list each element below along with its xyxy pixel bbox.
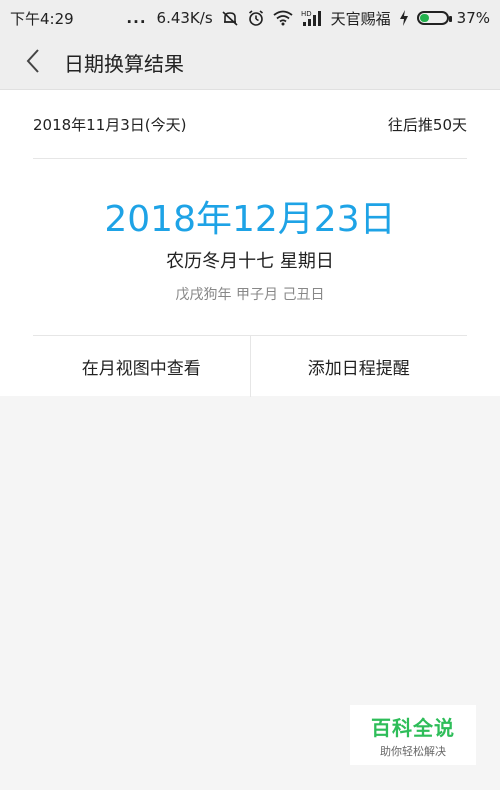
status-right: ... 6.43K/s HD 天官赐福 37% (126, 8, 490, 29)
page-title: 日期换算结果 (64, 52, 184, 76)
chevron-left-icon (24, 48, 42, 78)
status-dots: ... (126, 9, 147, 27)
offset-days: 往后推50天 (387, 115, 467, 134)
start-date: 2018年11月3日(今天) (33, 115, 187, 134)
action-row: 在月视图中查看 添加日程提醒 (33, 335, 467, 397)
battery-fill (419, 14, 430, 22)
lunar-date: 农历冬月十七 星期日 (166, 251, 334, 272)
result-date: 2018年12月23日 (104, 199, 396, 240)
battery-icon (416, 11, 452, 25)
status-left: 下午4:29 (10, 8, 74, 29)
back-button[interactable] (6, 36, 60, 90)
ganzhi-date: 戊戌狗年 甲子月 己丑日 (175, 287, 325, 303)
watermark-logo: 百科全说 助你轻松解决 (350, 705, 476, 765)
alarm-icon (247, 9, 265, 27)
network-speed: 6.43K/s (156, 9, 213, 27)
status-bar: 下午4:29 ... 6.43K/s HD 天官赐福 37% (0, 0, 500, 36)
watermark-title: 百科全说 (371, 715, 455, 740)
title-bar: 日期换算结果 (0, 36, 500, 90)
charging-icon (399, 10, 409, 26)
add-reminder-button[interactable]: 添加日程提醒 (251, 336, 468, 397)
view-in-month-button[interactable]: 在月视图中查看 (33, 336, 250, 397)
mute-icon (221, 9, 239, 27)
status-time: 下午4:29 (10, 9, 74, 28)
wifi-icon (273, 10, 293, 26)
conversion-info-row: 2018年11月3日(今天) 往后推50天 (33, 90, 467, 159)
battery-percent: 37% (456, 9, 490, 27)
hd-signal-icon: HD (301, 9, 323, 27)
watermark-subtitle: 助你轻松解决 (380, 744, 446, 758)
result-card: 2018年11月3日(今天) 往后推50天 2018年12月23日 农历冬月十七… (0, 90, 500, 397)
carrier-name: 天官赐福 (330, 9, 391, 28)
svg-text:HD: HD (301, 10, 312, 18)
